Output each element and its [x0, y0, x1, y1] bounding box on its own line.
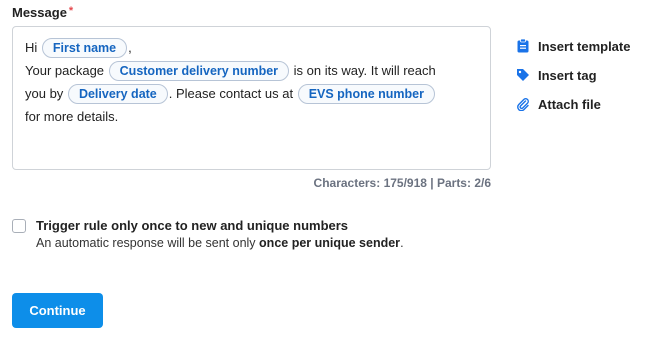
- character-counter: Characters: 175/918 | Parts: 2/6: [313, 176, 491, 190]
- trigger-desc-bold: once per unique sender: [259, 236, 401, 250]
- tag-evs-phone-number[interactable]: EVS phone number: [297, 84, 435, 104]
- message-label: Message *: [12, 5, 73, 20]
- tag-first-name[interactable]: First name: [41, 38, 128, 58]
- clipboard-icon: [516, 39, 530, 53]
- insert-tag-button[interactable]: Insert tag: [516, 65, 630, 85]
- text-line3-mid: . Please contact us at: [168, 86, 294, 101]
- tag-delivery-date[interactable]: Delivery date: [67, 84, 168, 104]
- tag-icon: [516, 68, 530, 82]
- text-line3-start: you by: [25, 86, 64, 101]
- trigger-once-title: Trigger rule only once to new and unique…: [36, 218, 349, 233]
- trigger-desc-start: An automatic response will be sent only: [36, 236, 256, 250]
- insert-tag-label: Insert tag: [538, 67, 597, 83]
- message-editor[interactable]: Hi First name, Your package Customer del…: [12, 26, 491, 170]
- text-line2-start: Your package: [25, 63, 105, 78]
- insert-template-button[interactable]: Insert template: [516, 36, 630, 56]
- text-greeting: Hi: [25, 40, 38, 55]
- text-comma: ,: [128, 40, 132, 55]
- paperclip-icon: [516, 97, 530, 111]
- tag-customer-delivery-number[interactable]: Customer delivery number: [108, 61, 290, 81]
- editor-actions: Insert template Insert tag Attach file: [516, 36, 630, 123]
- attach-file-label: Attach file: [538, 96, 601, 112]
- message-label-text: Message: [12, 5, 67, 20]
- text-line4: for more details.: [25, 109, 119, 124]
- trigger-once-option: Trigger rule only once to new and unique…: [12, 217, 404, 253]
- trigger-once-description: An automatic response will be sent only …: [36, 234, 404, 253]
- required-asterisk: *: [68, 5, 74, 17]
- continue-button[interactable]: Continue: [12, 293, 103, 328]
- trigger-desc-end: .: [400, 236, 404, 250]
- insert-template-label: Insert template: [538, 38, 631, 54]
- text-line2-end: is on its way. It will reach: [293, 63, 436, 78]
- attach-file-button[interactable]: Attach file: [516, 94, 630, 114]
- trigger-once-checkbox[interactable]: [12, 219, 26, 233]
